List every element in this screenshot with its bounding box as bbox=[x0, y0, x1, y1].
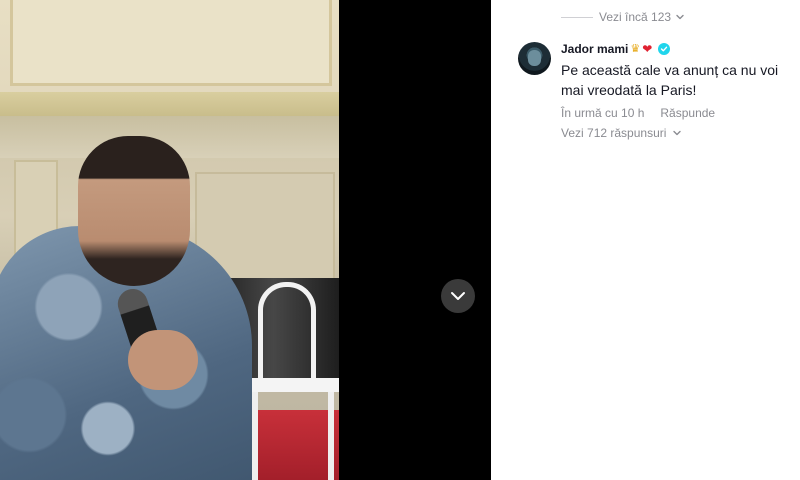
video-player[interactable] bbox=[0, 0, 491, 480]
comment-body: Jador mami ♛ ❤ Pe această cale va anunț … bbox=[561, 40, 800, 140]
username-row: Jador mami ♛ ❤ bbox=[561, 40, 800, 58]
crown-icon: ♛ bbox=[630, 42, 641, 55]
avatar[interactable] bbox=[518, 42, 551, 75]
heart-icon: ❤ bbox=[642, 42, 653, 56]
chevron-down-icon bbox=[676, 14, 684, 20]
chair bbox=[258, 282, 316, 382]
table-leg bbox=[328, 392, 334, 480]
view-more-replies-button[interactable]: Vezi încă 123 bbox=[599, 10, 685, 24]
chevron-down-icon bbox=[451, 292, 465, 300]
wall-panel bbox=[10, 0, 332, 86]
person-head bbox=[78, 136, 190, 286]
table-leg bbox=[252, 392, 258, 480]
comment-timestamp: În urmă cu 10 h bbox=[561, 106, 645, 120]
view-more-replies-label: Vezi încă 123 bbox=[599, 10, 672, 24]
divider-line bbox=[561, 16, 593, 18]
comment-meta: În urmă cu 10 h Răspunde bbox=[561, 106, 800, 120]
verified-icon bbox=[658, 43, 671, 55]
chevron-down-icon bbox=[673, 130, 682, 136]
video-frame[interactable] bbox=[0, 0, 339, 480]
view-replies-button[interactable]: Vezi 712 răspunsuri bbox=[561, 126, 800, 140]
comments-panel: Vezi încă 123 Jador mami ♛ ❤ Pe această … bbox=[491, 0, 800, 480]
table bbox=[248, 378, 339, 392]
reply-button[interactable]: Răspunde bbox=[660, 106, 715, 120]
comment-text: Pe această cale va anunț ca nu voi mai v… bbox=[561, 62, 779, 98]
collapse-button[interactable] bbox=[441, 279, 475, 313]
avatar-image bbox=[528, 50, 541, 66]
hand bbox=[128, 330, 198, 390]
comment-username[interactable]: Jador mami bbox=[561, 42, 628, 56]
cornice bbox=[0, 92, 339, 116]
view-replies-label: Vezi 712 răspunsuri bbox=[561, 126, 667, 140]
view-more-replies-row: Vezi încă 123 bbox=[561, 10, 685, 24]
